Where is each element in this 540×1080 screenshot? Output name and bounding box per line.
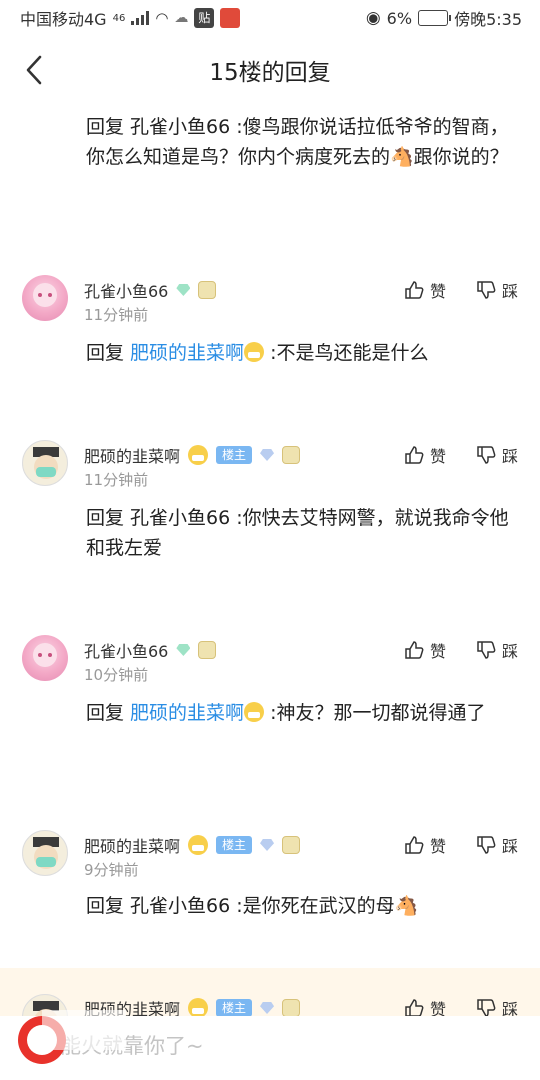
- mention-link[interactable]: 肥硕的韭菜啊: [130, 342, 244, 364]
- owner-badge: 楼主: [216, 999, 253, 1017]
- user-line: 肥硕的韭菜啊 楼主: [84, 833, 301, 857]
- timestamp: 9分钟前: [84, 861, 139, 879]
- status-left: 中国移动4G 46 ◠ ☁ 贴: [20, 6, 241, 30]
- thumb-down-icon: [477, 999, 496, 1017]
- owner-badge: 楼主: [216, 446, 253, 464]
- user-line: 孔雀小鱼66: [84, 278, 217, 302]
- avatar[interactable]: [22, 635, 68, 681]
- user-line: 肥硕的韭菜啊 楼主: [84, 443, 301, 467]
- mask-emoji-icon: [244, 342, 265, 362]
- back-button[interactable]: [22, 54, 50, 86]
- floor-main-content: 回复 孔雀小鱼66 :傻鸟跟你说话拉低爷爷的智商，你怎么知道是鸟？你内个病度死去…: [86, 116, 509, 168]
- page-title: 15楼的回复: [209, 60, 331, 86]
- comment-text: 回复 孔雀小鱼66 :你快去艾特网警，就说我命令他和我左爱: [86, 507, 509, 559]
- anime-avatar-icon: [33, 643, 57, 667]
- cloud-icon: ☁: [174, 10, 189, 26]
- avatar[interactable]: [22, 830, 68, 876]
- dislike-label: 踩: [501, 837, 518, 856]
- dislike-label: 踩: [501, 282, 518, 301]
- mention-link[interactable]: 肥硕的韭菜啊: [130, 702, 244, 724]
- like-button[interactable]: 赞: [404, 443, 446, 467]
- medal-icon: [198, 641, 217, 659]
- timestamp: 11分钟前: [84, 306, 149, 324]
- medal-icon: [282, 446, 301, 464]
- status-right: ◉ 6% 傍晚5:35: [366, 6, 522, 30]
- comment-text: 回复 孔雀小鱼66 :是你死在武汉的母🐴: [86, 895, 419, 917]
- level-gem-icon: [260, 1002, 275, 1014]
- thumb-down-icon: [477, 641, 496, 659]
- like-button[interactable]: 赞: [404, 638, 446, 662]
- app-notification-icon: [220, 8, 241, 28]
- comment-body: :神友？那一切都说得通了: [264, 702, 486, 724]
- comment-text: 回复 肥硕的韭菜啊 :神友？那一切都说得通了: [86, 698, 516, 728]
- chevron-left-icon: [26, 55, 42, 85]
- level-gem-icon: [176, 284, 191, 296]
- thumb-up-icon: [405, 999, 424, 1017]
- wifi-icon: ◠: [155, 9, 169, 27]
- battery-percent: 6%: [386, 8, 413, 28]
- masked-face-avatar-icon: [33, 837, 59, 869]
- like-label: 赞: [429, 447, 446, 466]
- thumb-up-icon: [405, 446, 424, 464]
- like-button[interactable]: 赞: [404, 278, 446, 302]
- comment-actions: 赞 踩: [404, 443, 518, 467]
- battery-icon: [418, 10, 452, 26]
- comment-text: 回复 肥硕的韭菜啊 :不是鸟还能是什么: [86, 338, 516, 368]
- mask-emoji-icon: [188, 998, 209, 1018]
- thumb-down-icon: [477, 836, 496, 854]
- network-type: 46: [112, 12, 126, 24]
- carrier-label: 中国移动4G: [20, 10, 107, 29]
- dislike-button[interactable]: 踩: [476, 278, 518, 302]
- tieba-notification-icon: 贴: [194, 8, 215, 28]
- username[interactable]: 孔雀小鱼66: [84, 638, 168, 662]
- like-button[interactable]: 赞: [404, 833, 446, 857]
- username[interactable]: 孔雀小鱼66: [84, 278, 168, 302]
- dislike-label: 踩: [501, 447, 518, 466]
- mask-emoji-icon: [188, 835, 209, 855]
- mask-emoji-icon: [188, 445, 209, 465]
- timestamp: 10分钟前: [84, 666, 149, 684]
- timestamp: 11分钟前: [84, 471, 149, 489]
- thumb-down-icon: [477, 446, 496, 464]
- anime-avatar-icon: [33, 283, 57, 307]
- thumb-down-icon: [477, 281, 496, 299]
- nav-bar: 15楼的回复: [0, 36, 540, 104]
- clock: 傍晚5:35: [454, 10, 522, 29]
- dislike-button[interactable]: 踩: [476, 638, 518, 662]
- dislike-label: 踩: [501, 642, 518, 661]
- medal-icon: [198, 281, 217, 299]
- avatar[interactable]: [22, 275, 68, 321]
- thumb-up-icon: [405, 641, 424, 659]
- username[interactable]: 肥硕的韭菜啊: [84, 443, 180, 467]
- comment-body: :不是鸟还能是什么: [264, 342, 429, 364]
- level-gem-icon: [260, 839, 275, 851]
- eye-comfort-icon: ◉: [365, 8, 381, 28]
- like-label: 赞: [429, 282, 446, 301]
- reply-prefix: 回复: [86, 702, 131, 724]
- username[interactable]: 肥硕的韭菜啊: [84, 833, 180, 857]
- comment-actions: 赞 踩: [404, 278, 518, 302]
- medal-icon: [282, 836, 301, 854]
- status-bar: 中国移动4G 46 ◠ ☁ 贴 ◉ 6% 傍晚5:35: [0, 0, 540, 36]
- thumb-up-icon: [405, 281, 424, 299]
- medal-icon: [282, 999, 301, 1017]
- masked-face-avatar-icon: [33, 447, 59, 479]
- signal-icon: [131, 11, 150, 25]
- user-line: 孔雀小鱼66: [84, 638, 217, 662]
- like-label: 赞: [429, 837, 446, 856]
- reply-prefix: 回复: [86, 342, 131, 364]
- thumb-up-icon: [405, 836, 424, 854]
- level-gem-icon: [176, 644, 191, 656]
- watermark-logo-icon: [16, 1010, 126, 1076]
- level-gem-icon: [260, 449, 275, 461]
- owner-badge: 楼主: [216, 836, 253, 854]
- comment-actions: 赞 踩: [404, 638, 518, 662]
- avatar[interactable]: [22, 440, 68, 486]
- mask-emoji-icon: [244, 702, 265, 722]
- dislike-button[interactable]: 踩: [476, 833, 518, 857]
- dislike-button[interactable]: 踩: [476, 443, 518, 467]
- comment-actions: 赞 踩: [404, 833, 518, 857]
- like-label: 赞: [429, 642, 446, 661]
